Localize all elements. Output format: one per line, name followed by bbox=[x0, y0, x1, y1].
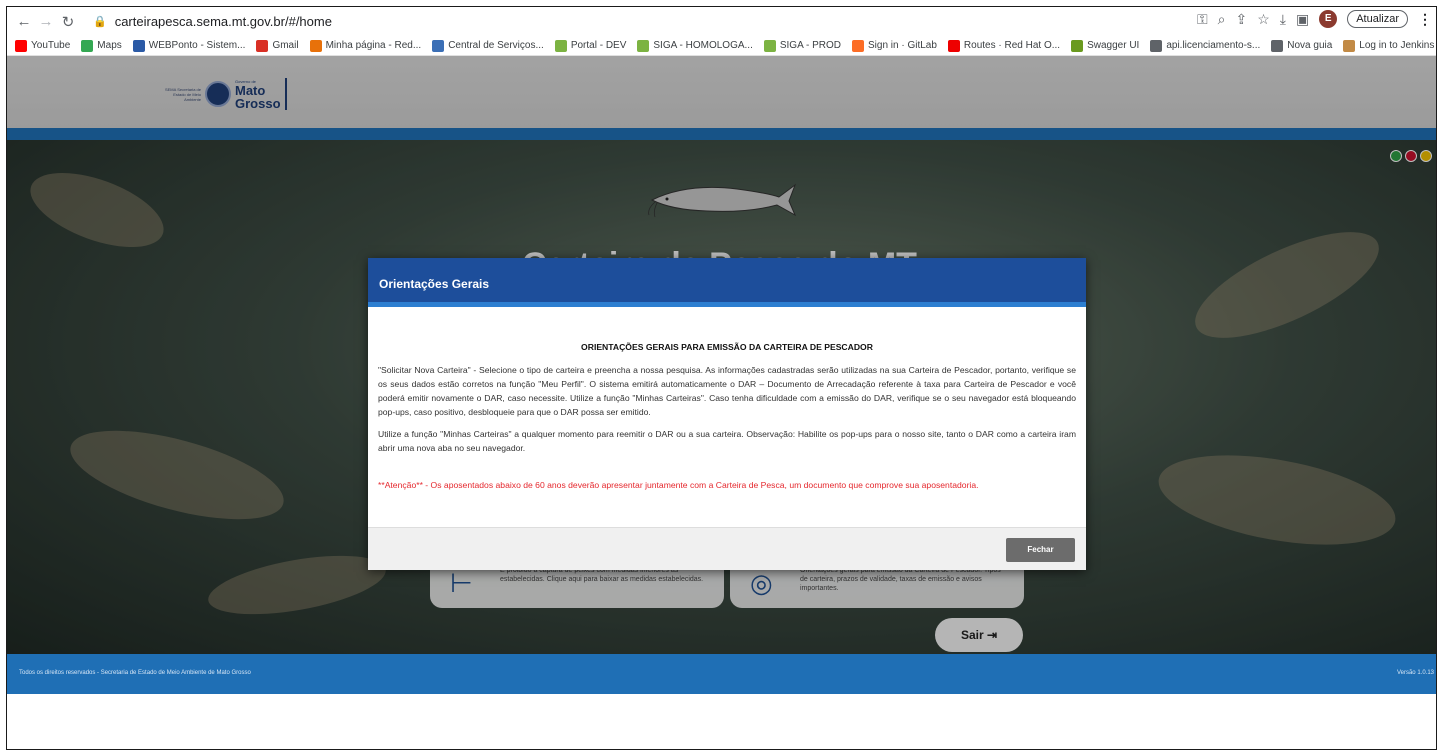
bookmark-label: Central de Serviços... bbox=[448, 40, 544, 51]
zoom-icon[interactable]: ⌕ bbox=[1218, 11, 1226, 28]
bookmark-label: Maps bbox=[97, 40, 122, 51]
bookmark-item[interactable]: Minha página - Red... bbox=[309, 39, 422, 52]
lock-icon[interactable]: 🔒 bbox=[93, 15, 107, 28]
modal-header: Orientações Gerais bbox=[368, 258, 1086, 302]
bookmark-label: YouTube bbox=[31, 40, 71, 51]
bookmark-item[interactable]: Swagger UI bbox=[1071, 39, 1140, 52]
close-button[interactable]: Fechar bbox=[1006, 538, 1075, 562]
bookmark-label: Minha página - Red... bbox=[325, 40, 422, 51]
bookmark-item[interactable]: Nova guia bbox=[1271, 39, 1333, 52]
modal-title: ORIENTAÇÕES GERAIS PARA EMISSÃO DA CARTE… bbox=[581, 342, 873, 352]
bookmark-favicon-icon bbox=[256, 39, 269, 52]
bookmark-label: WEBPonto - Sistem... bbox=[148, 40, 246, 51]
back-icon[interactable]: ← bbox=[13, 13, 35, 30]
bookmark-favicon-icon bbox=[1071, 39, 1084, 52]
bookmark-item[interactable]: Portal - DEV bbox=[554, 39, 627, 52]
orientacoes-modal: Orientações Gerais ORIENTAÇÕES GERAIS PA… bbox=[368, 258, 1086, 570]
footer-rights: Todos os direitos reservados - Secretari… bbox=[19, 670, 251, 676]
bookmark-item[interactable]: YouTube bbox=[15, 39, 71, 52]
modal-paragraph-2: Utilize a função "Minhas Carteiras" a qu… bbox=[378, 429, 1076, 453]
bookmark-label: Log in to Jenkins us... bbox=[1359, 40, 1436, 51]
bookmark-favicon-icon bbox=[947, 39, 960, 52]
bookmark-favicon-icon bbox=[851, 39, 864, 52]
bookmark-item[interactable]: api.licenciamento-s... bbox=[1150, 39, 1261, 52]
bookmark-label: Portal - DEV bbox=[570, 40, 627, 51]
modal-paragraph-1: "Solicitar Nova Carteira" - Selecione o … bbox=[378, 365, 1076, 417]
bookmark-favicon-icon bbox=[1150, 39, 1163, 52]
url-field[interactable]: carteirapesca.sema.mt.gov.br/#/home bbox=[115, 14, 332, 29]
bookmark-label: Gmail bbox=[272, 40, 299, 51]
bookmark-item[interactable]: SIGA - HOMOLOGA... bbox=[637, 39, 753, 52]
bookmark-item[interactable]: WEBPonto - Sistem... bbox=[132, 39, 246, 52]
bookmark-favicon-icon bbox=[554, 39, 567, 52]
bookmark-item[interactable]: Sign in · GitLab bbox=[851, 39, 937, 52]
bookmark-favicon-icon bbox=[309, 39, 322, 52]
attention-notice: **Atenção** - Os aposentados abaixo de 6… bbox=[378, 480, 979, 490]
reload-icon[interactable]: ↻ bbox=[57, 13, 79, 31]
bookmark-label: api.licenciamento-s... bbox=[1166, 40, 1261, 51]
key-icon[interactable]: ⚿ bbox=[1197, 11, 1208, 28]
site-footer: Todos os direitos reservados - Secretari… bbox=[7, 654, 1436, 694]
bookmarks-bar: YouTube Maps WEBPonto - Sistem... Gmail Minh… bbox=[7, 36, 1436, 56]
bookmark-item[interactable]: Gmail bbox=[256, 39, 299, 52]
bookmark-item[interactable]: Central de Serviços... bbox=[432, 39, 544, 52]
modal-footer: Fechar bbox=[368, 527, 1086, 570]
bookmark-item[interactable]: Log in to Jenkins us... bbox=[1343, 39, 1436, 52]
bookmark-favicon-icon bbox=[1343, 39, 1356, 52]
bookmark-item[interactable]: Maps bbox=[81, 39, 122, 52]
bookmark-label: SIGA - PROD bbox=[779, 40, 841, 51]
address-bar-row: ← → ↻ 🔒 carteirapesca.sema.mt.gov.br/#/h… bbox=[7, 7, 1436, 36]
forward-icon[interactable]: → bbox=[35, 13, 57, 30]
bookmark-favicon-icon bbox=[81, 39, 94, 52]
update-button[interactable]: Atualizar bbox=[1347, 10, 1408, 28]
bookmark-favicon-icon bbox=[15, 39, 27, 52]
profile-avatar[interactable]: E bbox=[1319, 10, 1338, 28]
bookmark-favicon-icon bbox=[1271, 39, 1284, 52]
bookmark-favicon-icon bbox=[132, 39, 145, 52]
share-icon[interactable]: ⇪ bbox=[1235, 11, 1247, 28]
bookmark-favicon-icon bbox=[637, 39, 650, 52]
toolbar-right: ⚿ ⌕ ⇪ ☆ ⤓ ▣ E Atualizar ⋮ bbox=[1197, 10, 1432, 28]
bookmark-label: Swagger UI bbox=[1087, 40, 1140, 51]
browser-window: ← → ↻ 🔒 carteirapesca.sema.mt.gov.br/#/h… bbox=[6, 6, 1437, 750]
bookmark-label: Nova guia bbox=[1287, 40, 1333, 51]
menu-kebab-icon[interactable]: ⋮ bbox=[1418, 11, 1432, 28]
download-icon[interactable]: ⤓ bbox=[1280, 11, 1286, 28]
bookmark-item[interactable]: SIGA - PROD bbox=[763, 39, 841, 52]
modal-body: ORIENTAÇÕES GERAIS PARA EMISSÃO DA CARTE… bbox=[368, 307, 1086, 527]
bookmark-favicon-icon bbox=[763, 39, 776, 52]
bookmark-item[interactable]: Routes · Red Hat O... bbox=[947, 39, 1061, 52]
bookmark-label: SIGA - HOMOLOGA... bbox=[653, 40, 753, 51]
bookmark-label: Routes · Red Hat O... bbox=[963, 40, 1061, 51]
bookmark-favicon-icon bbox=[432, 39, 445, 52]
sidepanel-icon[interactable]: ▣ bbox=[1296, 11, 1309, 28]
bookmark-label: Sign in · GitLab bbox=[867, 40, 937, 51]
footer-version: Versão 1.0.13 bbox=[1396, 670, 1434, 676]
star-icon[interactable]: ☆ bbox=[1257, 11, 1270, 28]
